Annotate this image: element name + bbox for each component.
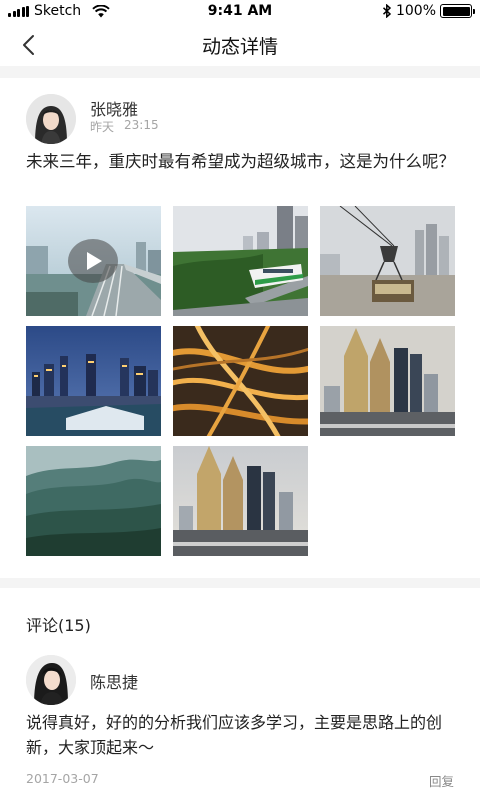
post-time: 昨天 23:15 (90, 118, 159, 135)
photo-highway-interchange[interactable] (173, 326, 308, 436)
author-avatar[interactable] (26, 94, 76, 144)
commenter-name[interactable]: 陈思捷 (90, 669, 138, 693)
nav-bar: 动态详情 (0, 22, 480, 66)
comment-text: 说得真好，好的的分析我们应该多学习，主要是思路上的创新，大家顶起来～ (26, 713, 443, 757)
post-text: 未来三年，重庆时最有希望成为超级城市，这是为什么呢？ (26, 152, 455, 171)
section-divider (0, 66, 480, 78)
photo-video-river-bridge[interactable] (26, 206, 161, 316)
play-icon[interactable] (68, 239, 118, 283)
status-bar: Sketch 9:41 AM 100% (0, 0, 480, 22)
author-name[interactable]: 张晓雅 (90, 96, 138, 120)
section-divider (0, 578, 480, 588)
comments-title: 评论(15) (26, 616, 91, 635)
comment-date: 2017-03-07 (26, 771, 99, 786)
photo-night-skyline[interactable] (26, 326, 161, 436)
photo-twin-towers-2[interactable] (173, 446, 308, 556)
post-time-day: 昨天 (90, 120, 115, 134)
bluetooth-icon (382, 4, 392, 18)
post-time-clock: 23:15 (124, 118, 159, 132)
photo-twin-towers[interactable] (320, 326, 455, 436)
photo-grid (26, 206, 456, 558)
commenter-avatar[interactable] (26, 655, 76, 705)
photo-misty-mountains[interactable] (26, 446, 161, 556)
battery-percent: 100% (395, 3, 436, 19)
reply-button[interactable]: 回复 (429, 771, 454, 790)
page-title: 动态详情 (201, 36, 278, 58)
photo-cable-car[interactable] (320, 206, 455, 316)
photo-monorail-train[interactable] (173, 206, 308, 316)
battery-icon (440, 4, 475, 18)
